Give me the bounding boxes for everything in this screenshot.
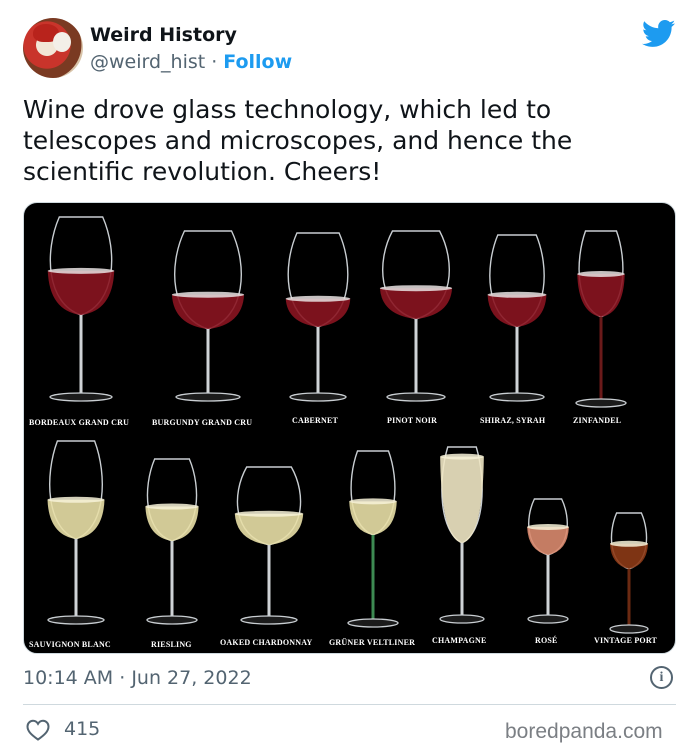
glass-label: VINTAGE PORT bbox=[594, 636, 658, 645]
wine-glass: VINTAGE PORT bbox=[594, 512, 658, 645]
wine-glass: CABERNET bbox=[285, 232, 351, 425]
wine-glass: BURGUNDY GRAND CRU bbox=[152, 230, 252, 427]
wine-fill bbox=[47, 499, 105, 539]
wine-glasses-illustration: BORDEAUX GRAND CRU BURGUNDY GRAND CRU CABE… bbox=[29, 216, 658, 649]
glass-base bbox=[289, 392, 347, 402]
glass-label: GRÜNER VELTLINER bbox=[329, 638, 415, 647]
wine-glass: SAUVIGNON BLANC bbox=[29, 440, 111, 649]
watermark: boredpanda.com bbox=[505, 720, 663, 743]
follow-button[interactable]: Follow bbox=[223, 51, 292, 73]
tweet-text: Wine drove glass technology, which led t… bbox=[23, 95, 573, 186]
author-avatar[interactable] bbox=[23, 18, 83, 78]
tweet-media-image[interactable]: BORDEAUX GRAND CRU BURGUNDY GRAND CRU CABE… bbox=[23, 202, 676, 654]
wine-glass: SHIRAZ, SYRAH bbox=[480, 234, 547, 425]
wine-glass: GRÜNER VELTLINER bbox=[329, 450, 415, 647]
wine-fill bbox=[487, 294, 547, 327]
glass-label: RIESLING bbox=[151, 640, 192, 649]
info-icon[interactable]: i bbox=[650, 666, 673, 689]
glass-label: ZINFANDEL bbox=[573, 416, 621, 425]
author-name[interactable]: Weird History bbox=[90, 24, 237, 46]
wine-fill bbox=[610, 543, 648, 569]
tweet-date[interactable]: Jun 27, 2022 bbox=[131, 667, 251, 689]
wine-fill bbox=[527, 527, 569, 555]
wine-surface bbox=[349, 498, 397, 505]
wine-fill bbox=[234, 513, 304, 545]
timestamp-separator: · bbox=[119, 667, 126, 689]
author-handle[interactable]: @weird_hist bbox=[90, 51, 205, 73]
wine-fill bbox=[379, 288, 453, 319]
glass-label: BURGUNDY GRAND CRU bbox=[152, 418, 252, 427]
wine-glass: ROSÉ bbox=[527, 498, 569, 645]
tweet-time[interactable]: 10:14 AM bbox=[23, 667, 113, 689]
tweet-timestamp[interactable]: 10:14 AM · Jun 27, 2022 bbox=[23, 667, 252, 689]
wine-surface bbox=[234, 510, 304, 517]
glass-base bbox=[527, 614, 569, 624]
glass-label: OAKED CHARDONNAY bbox=[220, 638, 312, 647]
wine-glass: CHAMPAGNE bbox=[432, 446, 487, 645]
glass-label: SHIRAZ, SYRAH bbox=[480, 416, 546, 425]
glass-base bbox=[49, 392, 113, 402]
glass-base bbox=[146, 615, 198, 625]
wine-surface bbox=[577, 271, 625, 277]
glass-base bbox=[240, 615, 298, 625]
twitter-bird-icon[interactable] bbox=[642, 20, 676, 48]
glass-base bbox=[386, 392, 446, 402]
wine-surface bbox=[379, 285, 453, 292]
glass-label: CABERNET bbox=[292, 416, 339, 425]
glass-base bbox=[347, 618, 399, 628]
wine-fill bbox=[440, 456, 484, 543]
wine-glass: OAKED CHARDONNAY bbox=[220, 466, 312, 647]
heart-icon[interactable] bbox=[26, 719, 50, 741]
wine-glass: RIESLING bbox=[145, 458, 199, 649]
divider bbox=[23, 704, 676, 705]
wine-surface bbox=[47, 267, 115, 274]
like-count[interactable]: 415 bbox=[64, 718, 100, 740]
wine-surface bbox=[171, 291, 245, 298]
glass-label: BORDEAUX GRAND CRU bbox=[29, 418, 129, 427]
wine-surface bbox=[440, 453, 484, 460]
glass-base bbox=[575, 398, 627, 408]
wine-fill bbox=[349, 501, 397, 535]
wine-surface bbox=[527, 524, 569, 530]
wine-fill bbox=[145, 506, 199, 541]
glass-base bbox=[47, 615, 105, 625]
wine-glass: ZINFANDEL bbox=[573, 230, 627, 425]
author-handle-row: @weird_hist · Follow bbox=[90, 51, 292, 73]
glass-base bbox=[175, 392, 241, 402]
glass-base bbox=[439, 614, 485, 624]
glass-base bbox=[489, 392, 545, 402]
avatar-face bbox=[53, 32, 71, 52]
wine-glass: PINOT NOIR bbox=[379, 230, 453, 425]
wine-surface bbox=[145, 503, 199, 510]
glass-label: SAUVIGNON BLANC bbox=[29, 640, 111, 649]
wine-fill bbox=[577, 274, 625, 317]
glass-base bbox=[609, 624, 649, 634]
handle-separator: · bbox=[211, 51, 218, 73]
glass-label: PINOT NOIR bbox=[387, 416, 437, 425]
wine-fill bbox=[285, 298, 351, 327]
wine-fill bbox=[47, 270, 115, 315]
wine-fill bbox=[171, 294, 245, 329]
glass-label: CHAMPAGNE bbox=[432, 636, 487, 645]
glass-label: ROSÉ bbox=[535, 635, 558, 645]
wine-surface bbox=[47, 496, 105, 503]
wine-glass: BORDEAUX GRAND CRU bbox=[29, 216, 129, 427]
wine-surface bbox=[487, 291, 547, 298]
wine-surface bbox=[610, 540, 648, 547]
wine-surface bbox=[285, 295, 351, 302]
